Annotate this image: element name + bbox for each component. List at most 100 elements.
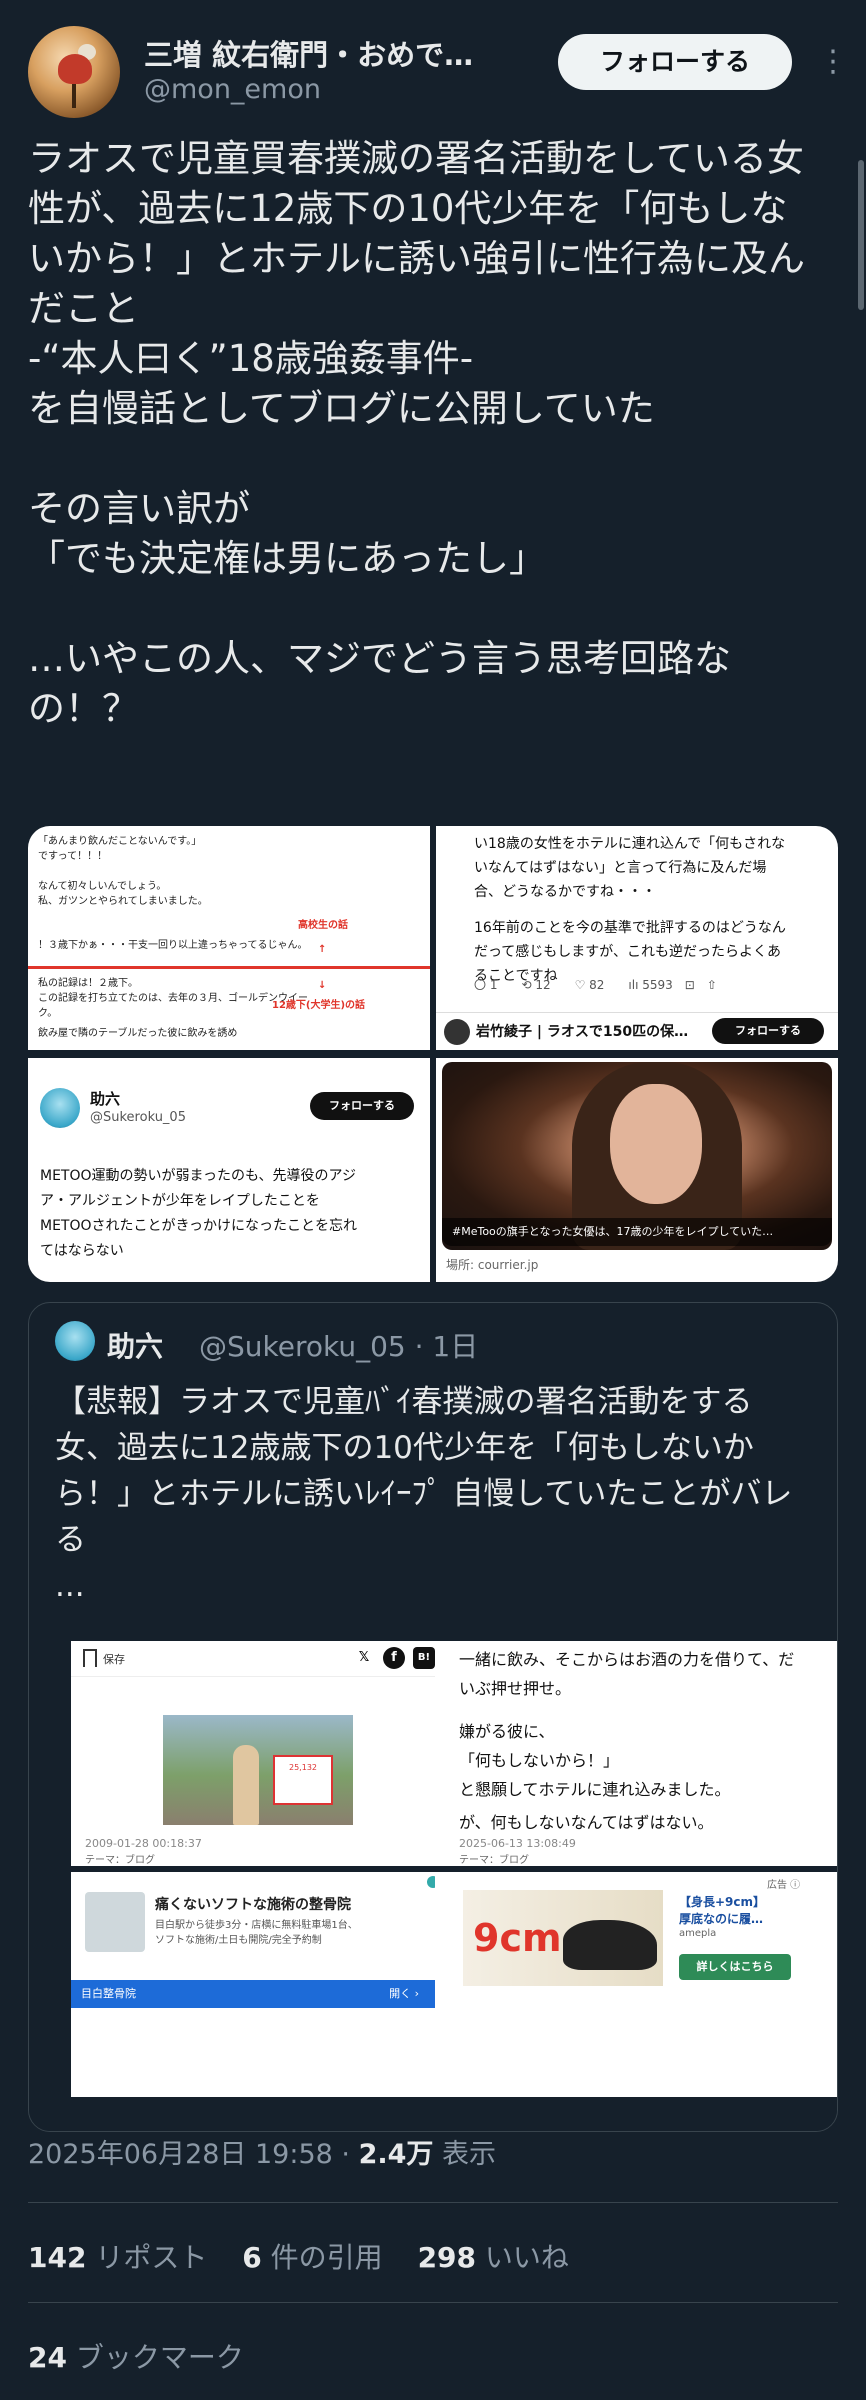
reposts-label: リポスト xyxy=(86,2241,208,2274)
view-label: 表示 xyxy=(433,2139,497,2170)
quoted-media-blog-photo[interactable]: 保存 𝕏 f B! 25,132 2009-01-28 00:18:37 テーマ… xyxy=(71,1641,449,1866)
ad-desc: ソフトな施術/土日も開院/完全予約制 xyxy=(155,1935,322,1946)
likes-stat[interactable]: 298 いいね xyxy=(418,2241,569,2274)
ad-big-text: 9cm xyxy=(473,1916,562,1960)
img-text: 16年前のことを今の基準で批評するのはどうなん xyxy=(474,920,786,936)
img-text: 嫌がる彼に、 xyxy=(459,1722,555,1741)
quoted-media-ad-clinic[interactable]: 痛くないソフトな施術の整骨院 目白駅から徒歩3分・店横に無料駐車場1台、 ソフト… xyxy=(71,1872,449,2097)
img-text: ですって！！！ xyxy=(38,851,108,862)
img-author-name: 岩竹綾子 | ラオスで150匹の保… xyxy=(476,1024,689,1040)
divider-line xyxy=(28,966,430,969)
quotes-stat[interactable]: 6 件の引用 xyxy=(242,2241,382,2274)
bookmarks-stat[interactable]: 24 ブックマーク xyxy=(28,2336,244,2376)
tweet-line: の！？ xyxy=(28,687,139,730)
tweet-timestamp[interactable]: 2025年06月28日 19:58 · 2.4万 表示 xyxy=(28,2132,496,2171)
media-grid: 「あんまり飲んだことないんです。」 ですって！！！ なんて初々しいんでしょう。 … xyxy=(28,826,838,1282)
img-author-name: 助六 xyxy=(90,1090,121,1108)
img-author-row: 岩竹綾子 | ラオスで150匹の保… フォローする xyxy=(436,1012,838,1050)
engagement-stats: 142 リポスト 6 件の引用 298 いいね xyxy=(28,2236,595,2276)
quoted-text: 【悲報】ラオスで児童ﾊﾞｲ春撲滅の署名活動をする 女、過去に12歳歳下の10代少… xyxy=(55,1379,825,1609)
ad-image xyxy=(85,1892,145,1952)
avatar xyxy=(40,1088,80,1128)
media-image-sukeroku-tweet[interactable]: 助六 @Sukeroku_05 フォローする METOO運動の勢いが弱まったのも… xyxy=(28,1058,430,1282)
more-vertical-icon[interactable]: ⋮ xyxy=(818,42,848,82)
media-image-news-card[interactable]: #MeTooの旗手となった女優は、17歳の少年をレイプしていた… 場所: cou… xyxy=(436,1058,838,1282)
post-theme: テーマ：ブログ xyxy=(85,1855,155,1866)
x-logo-icon: 𝕏 xyxy=(358,1650,370,1665)
tweet-line: …いやこの人、マジでどう言う思考回路な xyxy=(28,637,731,680)
img-text: いなんてはずはない」と言って行為に及んだ場 xyxy=(474,860,767,876)
signature-campaign-photo: 25,132 xyxy=(163,1715,353,1825)
shoe-image xyxy=(563,1920,657,1970)
bookmarks-count: 24 xyxy=(28,2341,67,2374)
news-caption: #MeTooの旗手となった女優は、17歳の少年をレイプしていた… xyxy=(442,1218,832,1246)
img-author-handle: @Sukeroku_05 xyxy=(90,1110,186,1125)
quoted-line: ... xyxy=(55,1568,85,1604)
quoted-tweet[interactable]: 助六 @Sukeroku_05 · 1日 【悲報】ラオスで児童ﾊﾞｲ春撲滅の署名… xyxy=(28,1302,838,2132)
tweet-line: 性が、過去に12歳下の10代少年を「何もしな xyxy=(28,187,788,230)
img-text: ！３歳下かぁ・・・干支一回り以上違っちゃってるじゃん。 xyxy=(38,940,308,951)
tweet-line: 「でも決定権は男にあったし」 xyxy=(28,537,546,580)
tweet-line: -“本人曰く”18歳強姦事件- xyxy=(28,337,474,380)
avatar[interactable] xyxy=(28,26,120,118)
tweet-line: だこと xyxy=(28,287,139,330)
quoted-media-blog-text[interactable]: 一緒に飲み、そこからはお酒の力を借りて、だ いぶ押せ押せ。 嫌がる彼に、 「何も… xyxy=(435,1641,837,1866)
img-text: だって感じもしますが、これも逆だったらよくあ xyxy=(474,944,782,960)
scrollbar[interactable] xyxy=(858,160,864,310)
tweet-line: を自慢話としてブログに公開していた xyxy=(28,387,655,430)
share-bar: 保存 𝕏 f B! xyxy=(71,1641,449,1677)
ad-image: 9cm xyxy=(463,1890,663,1986)
save-label: 保存 xyxy=(103,1653,125,1666)
label-highschool: 高校生の話 xyxy=(298,920,348,931)
quoted-line: ら！」とホテルに誘いﾚｲｰﾌﾟ 自慢していたことがバレ xyxy=(55,1476,793,1512)
img-text: 私の記録は！２歳下。 xyxy=(38,978,138,989)
quoted-line: 【悲報】ラオスで児童ﾊﾞｲ春撲滅の署名活動をする xyxy=(55,1384,753,1420)
ad-title: 痛くないソフトな施術の整骨院 xyxy=(155,1897,351,1913)
view-count: 2.4万 xyxy=(358,2139,434,2170)
separator: · xyxy=(332,2139,359,2170)
quoted-media-ad-shoes[interactable]: 広告 ⓘ 9cm 【身長+9cm】 厚底なのに履… amepla 詳しくはこちら xyxy=(435,1872,837,2097)
bookmarks-label: ブックマーク xyxy=(66,2341,244,2374)
img-text: が、何もしないなんてはずはない。 xyxy=(459,1813,714,1832)
img-text: 一緒に飲み、そこからはお酒の力を借りて、だ xyxy=(459,1650,795,1669)
ad-tag: 広告 ⓘ xyxy=(767,1880,801,1891)
img-text: 「あんまり飲んだことないんです。」 xyxy=(38,836,202,847)
arrow-down-icon: ↓ xyxy=(318,980,327,991)
media-image-tweet-screenshot[interactable]: い18歳の女性をホテルに連れ込んで「何もされな いなんてはずはない」と言って行為… xyxy=(436,826,838,1050)
sign-count: 25,132 xyxy=(273,1755,333,1805)
likes-label: いいね xyxy=(476,2241,569,2274)
img-follow-button: フォローする xyxy=(310,1092,414,1120)
post-date: 2025-06-13 13:08:49 xyxy=(459,1837,576,1850)
ad-cta-button: 詳しくはこちら xyxy=(679,1954,791,1980)
tweet-datetime[interactable]: 2025年06月28日 19:58 xyxy=(28,2139,333,2170)
divider xyxy=(28,2302,838,2303)
img-text: METOO運動の勢いが弱まったのも、先導役のアジ xyxy=(40,1168,356,1184)
img-text: と懇願してホテルに連れ込みました。 xyxy=(459,1780,731,1799)
follow-button[interactable]: フォローする xyxy=(558,34,792,90)
facebook-icon: f xyxy=(383,1647,405,1669)
divider xyxy=(28,2202,838,2203)
likes-count: 298 xyxy=(417,2241,477,2274)
media-image-blog-excerpt[interactable]: 「あんまり飲んだことないんです。」 ですって！！！ なんて初々しいんでしょう。 … xyxy=(28,826,430,1050)
tweet-line: いから！」とホテルに誘い強引に性行為に及ん xyxy=(28,237,805,280)
img-text: ア・アルジェントが少年をレイプしたことを xyxy=(40,1193,320,1209)
quoted-handle-time: @Sukeroku_05 · 1日 xyxy=(199,1330,479,1363)
quotes-count: 6 xyxy=(242,2241,262,2274)
img-text: なんて初々しいんでしょう。 xyxy=(38,881,167,892)
avatar xyxy=(55,1321,95,1361)
quoted-line: る xyxy=(55,1522,86,1558)
ad-desc: 目白駅から徒歩3分・店横に無料駐車場1台、 xyxy=(155,1920,358,1931)
post-theme: テーマ：ブログ xyxy=(459,1855,529,1866)
tweet-line: ラオスで児童買春撲滅の署名活動をしている女 xyxy=(28,137,804,180)
label-university: 12歳下(大学生)の話 xyxy=(272,1000,366,1011)
user-handle[interactable]: @mon_emon xyxy=(144,74,321,105)
reposts-stat[interactable]: 142 リポスト xyxy=(28,2241,207,2274)
display-name[interactable]: 三増 紋右衛門・おめで… xyxy=(144,32,473,74)
img-follow-button: フォローする xyxy=(712,1018,824,1044)
bookmark-icon xyxy=(83,1649,97,1667)
img-text: い18歳の女性をホテルに連れ込んで「何もされな xyxy=(474,836,786,852)
img-text: METOOされたことがきっかけになったことを忘れ xyxy=(40,1218,357,1234)
img-text: てはならない xyxy=(40,1243,124,1259)
ad-title: 【身長+9cm】 xyxy=(679,1895,766,1909)
tweet-text: ラオスで児童買春撲滅の署名活動をしている女 性が、過去に12歳下の10代少年を「… xyxy=(28,134,838,734)
